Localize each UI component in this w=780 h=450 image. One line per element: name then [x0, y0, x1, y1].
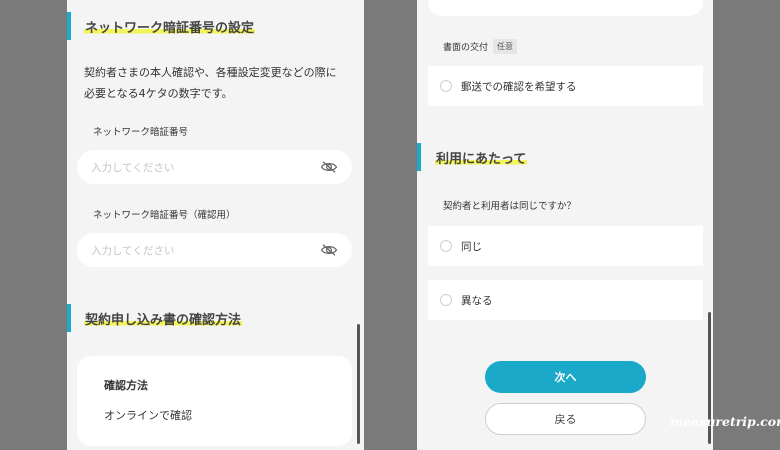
delivery-label: 書面の交付 任意	[443, 39, 518, 54]
previous-card-bottom	[428, 0, 703, 16]
network-pin-section-header: ネットワーク暗証番号の設定	[67, 12, 256, 40]
section-accent-bar	[417, 143, 421, 171]
radio-circle-icon[interactable]	[440, 80, 452, 92]
pin-description: 契約者さまの本人確認や、各種設定変更などの際に 必要となる4ケタの数字です。	[84, 62, 337, 104]
confirm-method-value: オンラインで確認	[104, 409, 192, 422]
same-user-option-same[interactable]: 同じ	[428, 226, 703, 266]
optional-badge: 任意	[493, 39, 518, 54]
site-watermark: measuretrip.com	[670, 414, 780, 429]
pin-input-placeholder: 入力してください	[91, 161, 175, 174]
network-pin-section-title: ネットワーク暗証番号の設定	[84, 16, 256, 36]
pin-input[interactable]: 入力してください	[77, 150, 352, 184]
left-screen: ネットワーク暗証番号の設定 契約者さまの本人確認や、各種設定変更などの際に 必要…	[67, 0, 364, 450]
pin-confirm-input[interactable]: 入力してください	[77, 233, 352, 267]
pin-description-line2: 必要となる4ケタの数字です。	[84, 87, 233, 100]
pin-field-label: ネットワーク暗証番号	[93, 127, 189, 138]
next-button[interactable]: 次へ	[485, 361, 646, 393]
contract-confirm-section-header: 契約申し込み書の確認方法	[67, 304, 243, 332]
confirm-method-card: 確認方法 オンラインで確認	[77, 356, 352, 446]
option-different-label: 異なる	[461, 294, 493, 307]
section-accent-bar	[67, 304, 71, 332]
left-scrollbar[interactable]	[357, 324, 360, 444]
section-accent-bar	[67, 12, 71, 40]
radio-circle-icon[interactable]	[440, 240, 452, 252]
delivery-label-text: 書面の交付	[443, 43, 489, 53]
confirm-method-heading: 確認方法	[104, 379, 148, 392]
usage-section-header: 利用にあたって	[417, 143, 528, 171]
mail-confirm-option[interactable]: 郵送での確認を希望する	[428, 66, 703, 106]
pin-description-line1: 契約者さまの本人確認や、各種設定変更などの際に	[84, 66, 337, 79]
pin-confirm-input-placeholder: 入力してください	[91, 244, 175, 257]
radio-circle-icon[interactable]	[440, 294, 452, 306]
same-user-question: 契約者と利用者は同じですか？	[443, 201, 577, 212]
same-user-option-different[interactable]: 異なる	[428, 280, 703, 320]
eye-slash-icon[interactable]	[320, 160, 338, 174]
back-button[interactable]: 戻る	[485, 403, 646, 435]
pin-confirm-field-label: ネットワーク暗証番号（確認用）	[93, 210, 236, 221]
option-same-label: 同じ	[461, 240, 482, 253]
mail-confirm-option-label: 郵送での確認を希望する	[461, 80, 577, 93]
eye-slash-icon[interactable]	[320, 243, 338, 257]
contract-confirm-section-title: 契約申し込み書の確認方法	[84, 308, 243, 328]
usage-section-title: 利用にあたって	[435, 147, 528, 167]
